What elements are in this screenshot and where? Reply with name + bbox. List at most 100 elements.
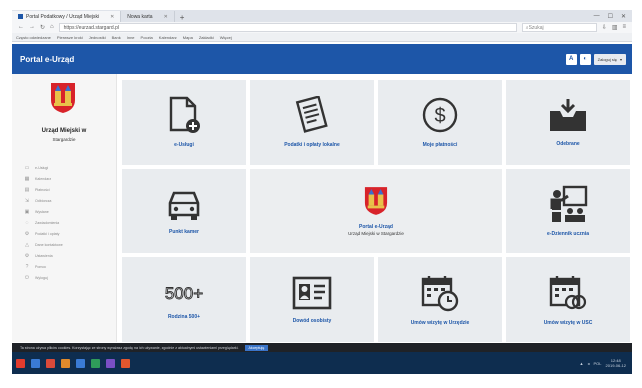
browser-tab-active[interactable]: Portal Podatkowy / Urząd Miejski ✕ — [12, 11, 122, 22]
menu-icon[interactable]: ≡ — [622, 24, 626, 31]
bookmark-item[interactable]: Mapa — [183, 35, 193, 40]
url-field[interactable]: https://eurzad.stargard.pl — [58, 23, 517, 32]
back-icon[interactable]: ← — [18, 24, 24, 31]
minimize-icon[interactable]: — — [594, 13, 600, 20]
calendar-clock-icon — [421, 275, 459, 311]
tile-odebrane[interactable]: Odebrane — [506, 80, 630, 165]
outbox-icon: ▣ — [24, 208, 30, 215]
contrast-button[interactable]: ◐ — [579, 53, 591, 65]
language-indicator[interactable]: POL — [594, 361, 602, 366]
sidebar-item-e-uslugi[interactable]: ▭ e-Usługi — [24, 162, 114, 173]
app-icon[interactable] — [106, 358, 115, 368]
font-size-button[interactable]: A — [565, 53, 577, 65]
library-icon[interactable]: ▥ — [612, 24, 618, 31]
browser-tab[interactable]: Nowa karta ✕ — [121, 11, 175, 22]
file-icon: ▭ — [24, 164, 30, 171]
browser-search-input[interactable]: ⌕ Szukaj — [521, 23, 597, 32]
tile-e-uslugi[interactable]: e-Usługi — [122, 80, 246, 165]
maximize-icon[interactable]: ☐ — [608, 13, 613, 20]
sidebar-item-podatki[interactable]: ⚙ Podatki i opłaty — [24, 228, 114, 239]
header-actions: A ◐ Zaloguj się ▾ — [565, 53, 632, 65]
app-icon[interactable] — [61, 358, 70, 368]
tile-wizyta-urzad[interactable]: Umów wizytę w Urzędzie — [378, 257, 502, 342]
tile-wizyta-usc[interactable]: Umów wizytę w USC — [506, 257, 630, 342]
clock[interactable]: 12:48 2019-06-12 — [606, 358, 626, 368]
reload-icon[interactable]: ↻ — [40, 24, 45, 31]
sidebar-item-kontakt[interactable]: △ Dane kontaktowe — [24, 239, 114, 250]
tile-rodzina-500[interactable]: 500+ Rodzina 500+ — [122, 257, 246, 342]
tile-portal-e-urzad[interactable]: Portal e-Urząd Urząd Miejski w Stargardz… — [250, 168, 502, 254]
bookmark-item[interactable]: Jednostki — [89, 35, 106, 40]
contact-icon: △ — [25, 241, 29, 248]
tax-icon: ⚙ — [24, 230, 30, 237]
bookmark-item[interactable]: Więcej — [220, 35, 232, 40]
sidebar-item-wyslane[interactable]: ▣ Wysłane — [24, 206, 114, 217]
download-icon[interactable]: ⇩ — [602, 24, 607, 31]
new-tab-button[interactable]: + — [175, 13, 190, 22]
bookmarks-bar: Często odwiedzane Pierwsze kroki Jednost… — [12, 33, 632, 42]
sidebar-item-label: Zawiadomienia — [35, 220, 60, 225]
tile-punkt-kamer[interactable]: Punkt kamer — [122, 168, 246, 254]
sidebar-item-label: Wysłane — [35, 209, 49, 214]
volume-icon[interactable]: ◂ — [588, 361, 590, 366]
bookmark-item[interactable]: Kalendarz — [159, 35, 177, 40]
svg-text:$: $ — [434, 105, 445, 127]
bookmark-item[interactable]: Zakładki — [199, 35, 214, 40]
close-window-icon[interactable]: ✕ — [621, 13, 626, 20]
account-dropdown[interactable]: Zaloguj się ▾ — [593, 53, 626, 65]
app-brand[interactable]: Portal e-Urząd — [12, 55, 74, 64]
calendar-icon: ▦ — [24, 175, 30, 182]
tax-form-icon — [295, 96, 328, 134]
car-icon — [168, 191, 200, 220]
500-plus-badge-text: 500+ — [165, 284, 203, 303]
sidebar-item-label: Odbiorcza — [35, 198, 52, 203]
dollar-coin-icon: $ — [422, 98, 458, 133]
logout-icon: ⏻ — [25, 274, 29, 281]
home-icon[interactable]: ⌂ — [50, 24, 54, 31]
tile-e-dziennik[interactable]: e-Dziennik ucznia — [506, 168, 630, 254]
task-view-icon[interactable] — [46, 358, 55, 368]
start-icon[interactable] — [16, 358, 25, 368]
forward-icon[interactable]: → — [29, 24, 35, 31]
help-icon: ? — [25, 263, 29, 270]
app-icon[interactable] — [91, 358, 100, 368]
tile-podatki[interactable]: Podatki i opłaty lokalne — [250, 80, 374, 165]
tile-moje-platnosci[interactable]: $ Moje płatności — [378, 80, 502, 165]
settings-icon: ⚙ — [24, 252, 30, 259]
tile-sublabel: Urząd Miejski w Stargardzie — [348, 230, 404, 236]
tile-label: Moje płatności — [422, 142, 458, 149]
system-tray: ▲ ◂ POL 12:48 2019-06-12 — [580, 358, 632, 368]
new-document-icon — [169, 97, 200, 134]
tile-label: Umów wizytę w USC — [543, 319, 593, 326]
sidebar-item-platnosci[interactable]: ▤ Płatności — [24, 184, 114, 195]
bookmark-item[interactable]: Często odwiedzane — [16, 35, 51, 40]
inbox-tray-icon — [550, 99, 586, 132]
tab-title: Portal Podatkowy / Urząd Miejski — [26, 13, 100, 20]
tile-label: Portal e-Urząd — [359, 223, 393, 230]
sidebar: Urząd Miejski w Stargardzie ▭ e-Usługi ▦ K… — [12, 74, 117, 342]
tab-close-icon[interactable]: ✕ — [164, 14, 168, 20]
sidebar-item-ustawienia[interactable]: ⚙ Ustawienia — [24, 250, 114, 261]
tile-dowod-osobisty[interactable]: Dowód osobisty — [250, 257, 374, 342]
network-icon[interactable]: ▲ — [580, 361, 584, 366]
cookie-accept-button[interactable]: Akceptuję — [244, 344, 269, 351]
sidebar-item-pomoc[interactable]: ? Pomoc — [24, 261, 114, 272]
sidebar-item-kalendarz[interactable]: ▦ Kalendarz — [24, 173, 114, 184]
sidebar-item-label: e-Usługi — [35, 165, 49, 170]
tile-label: Dowód osobisty — [292, 317, 332, 324]
bookmark-item[interactable]: Pierwsze kroki — [57, 35, 83, 40]
tab-close-icon[interactable]: ✕ — [110, 14, 114, 20]
inbox-icon: ⇲ — [24, 197, 30, 204]
firefox-icon[interactable] — [121, 358, 130, 368]
search-icon[interactable] — [31, 358, 40, 368]
bookmark-item[interactable]: Inne — [127, 35, 135, 40]
nav-buttons: ← → ↻ ⌂ — [12, 24, 54, 31]
app-icon[interactable] — [76, 358, 85, 368]
bookmark-item[interactable]: Bank — [112, 35, 121, 40]
sidebar-item-wyloguj[interactable]: ⏻ Wyloguj — [24, 272, 114, 283]
bookmark-item[interactable]: Poczta — [141, 35, 153, 40]
cookie-bar: Ta strona używa plików cookies. Korzysta… — [12, 343, 632, 352]
sidebar-item-zawiadomienia[interactable]: ◌ Zawiadomienia — [24, 217, 114, 228]
service-tiles-grid: e-Usługi Podatki i opłaty lokalne $ Moje… — [122, 80, 630, 342]
sidebar-item-odbiorcza[interactable]: ⇲ Odbiorcza — [24, 195, 114, 206]
